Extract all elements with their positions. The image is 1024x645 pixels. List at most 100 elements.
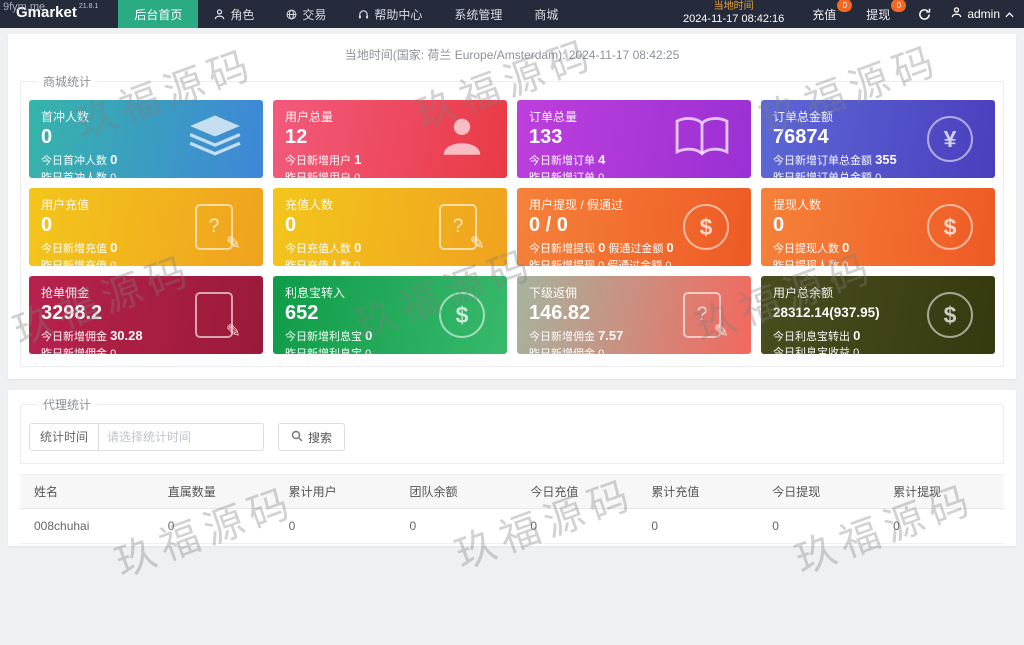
nav-item-help-center[interactable]: 帮助中心 [342, 0, 438, 28]
admin-dropdown[interactable]: admin [951, 7, 1014, 21]
agent-panel: 代理统计 统计时间 搜索 姓名 直属数量 累计用户 团队余额 今日充值 累计充值… [8, 390, 1016, 546]
card-yesterday-line: 昨日充值人数 0 [285, 258, 495, 267]
cell-total-users: 0 [279, 509, 400, 544]
col-team-balance: 团队余额 [400, 475, 521, 509]
agent-stats-legend: 代理统计 [37, 396, 97, 413]
cell-name: 008chuhai [20, 509, 158, 544]
search-icon [291, 430, 303, 445]
nav-item-trade[interactable]: 交易 [270, 0, 342, 28]
nav-item-system[interactable]: 系统管理 [438, 0, 518, 28]
stat-card-grab-commission: 抢单佣金 3298.2 今日新增佣金 30.28 昨日新增佣金 0 ✎ [29, 276, 263, 354]
stat-card-user-withdraw: 用户提现 / 假通过 0 / 0 今日新增提现 0 假通过金额 0 昨日新增提现… [517, 188, 751, 266]
col-name: 姓名 [20, 475, 158, 509]
card-yesterday-line: 昨日新增提现 0 假通过金额 0 [529, 258, 739, 267]
chevron-up-icon [1005, 7, 1014, 21]
stat-card-total-orders: 订单总量 133 今日新增订单 4 昨日新增订单 0 [517, 100, 751, 178]
headset-icon [358, 9, 369, 20]
recharge-label: 充值 [812, 8, 836, 22]
withdraw-chip[interactable]: 提现 0 [860, 6, 902, 23]
search-button-label: 搜索 [308, 429, 332, 446]
stat-card-first-charge-users: 首冲人数 0 今日首冲人数 0 昨日首冲人数 0 [29, 100, 263, 178]
doc-question-icon: ?✎ [439, 204, 477, 250]
cell-team-balance: 0 [400, 509, 521, 544]
stat-cards-grid: 首冲人数 0 今日首冲人数 0 昨日首冲人数 0 用户总量 12 今日新增用户 … [29, 100, 995, 354]
recharge-badge: 0 [837, 0, 852, 12]
pencil-icon: ✎ [226, 233, 241, 254]
card-yesterday-line: 昨日新增订单总金额 0 [773, 170, 983, 179]
cell-total-recharge: 0 [641, 509, 762, 544]
person-icon [951, 7, 962, 21]
stat-card-total-users: 用户总量 12 今日新增用户 1 昨日新增用户 0 [273, 100, 507, 178]
agent-stats-fieldset: 代理统计 统计时间 搜索 [20, 396, 1004, 464]
nav-item-label: 系统管理 [454, 6, 502, 23]
card-yesterday-line: 昨日新增佣金 0 [529, 346, 739, 355]
table-header-row: 姓名 直属数量 累计用户 团队余额 今日充值 累计充值 今日提现 累计提现 [20, 475, 1004, 509]
doc-question-icon: ?✎ [683, 292, 721, 338]
user-icon [437, 112, 487, 167]
recharge-chip[interactable]: 充值 0 [806, 6, 848, 23]
nav-item-label: 帮助中心 [374, 6, 422, 23]
stats-panel: 当地时间(国家: 荷兰 Europe/Amsterdam): 2024-11-1… [8, 34, 1016, 379]
dollar-circle-icon: $ [927, 292, 973, 338]
search-button[interactable]: 搜索 [278, 423, 345, 451]
navbar-right: 当地时间 2024-11-17 08:42:16 充值 0 提现 0 admin [683, 0, 1024, 28]
col-total-recharge: 累计充值 [641, 475, 762, 509]
book-icon [673, 114, 731, 165]
doc-question-icon: ?✎ [195, 204, 233, 250]
card-yesterday-line: 昨日首冲人数 0 [41, 170, 251, 179]
card-yesterday-line: 昨日新增利息宝 0 [285, 346, 495, 355]
local-time-block: 当地时间 2024-11-17 08:42:16 [683, 1, 784, 26]
cell-direct-count: 0 [158, 509, 279, 544]
top-navbar: Gmarket 21.8.1 后台首页 角色 交易 帮助中心 系统管理 商城 当… [0, 0, 1024, 28]
agent-filter-row: 统计时间 搜索 [29, 423, 995, 451]
col-total-users: 累计用户 [279, 475, 400, 509]
card-yesterday-line: 昨日新增充值 0 [41, 258, 251, 267]
mall-stats-legend: 商城统计 [37, 73, 97, 90]
withdraw-label: 提现 [866, 8, 890, 22]
nav-item-roles[interactable]: 角色 [198, 0, 270, 28]
card-yesterday-line: 昨日提现人数 0 [773, 258, 983, 267]
admin-username: admin [967, 7, 1000, 21]
stat-card-user-recharge: 用户充值 0 今日新增充值 0 昨日新增充值 0 ?✎ [29, 188, 263, 266]
local-time-label: 当地时间 [683, 1, 784, 13]
person-icon [214, 9, 225, 20]
nav-item-dashboard[interactable]: 后台首页 [118, 0, 198, 28]
agent-table: 姓名 直属数量 累计用户 团队余额 今日充值 累计充值 今日提现 累计提现 00… [20, 474, 1004, 544]
dollar-circle-icon: $ [439, 292, 485, 338]
globe-icon [286, 9, 297, 20]
col-direct-count: 直属数量 [158, 475, 279, 509]
stat-card-interest-in: 利息宝转入 652 今日新增利息宝 0 昨日新增利息宝 0 $ [273, 276, 507, 354]
stat-card-order-amount: 订单总金额 76874 今日新增订单总金额 355 昨日新增订单总金额 0 ¥ [761, 100, 995, 178]
stat-card-sub-rebate: 下级返佣 146.82 今日新增佣金 7.57 昨日新增佣金 0 ?✎ [517, 276, 751, 354]
app-version: 21.8.1 [79, 3, 98, 11]
yen-circle-icon: ¥ [927, 116, 973, 162]
country-time-text: 当地时间(国家: 荷兰 Europe/Amsterdam): 2024-11-1… [14, 38, 1010, 73]
stat-card-withdraw-users: 提现人数 0 今日提现人数 0 昨日提现人数 0 $ [761, 188, 995, 266]
main-menu: 后台首页 角色 交易 帮助中心 系统管理 商城 [118, 0, 574, 28]
local-time-value: 2024-11-17 08:42:16 [683, 13, 784, 26]
layers-icon [187, 115, 243, 164]
stat-time-input[interactable] [98, 423, 264, 451]
col-total-withdraw: 累计提现 [883, 475, 1004, 509]
card-yesterday-line: 昨日新增佣金 0 [41, 346, 251, 355]
card-yesterday-line: 昨日新增用户 0 [285, 170, 495, 179]
pencil-icon: ✎ [226, 321, 241, 342]
refresh-icon[interactable] [918, 8, 931, 21]
nav-item-label: 交易 [302, 6, 326, 23]
nav-item-label: 商城 [534, 6, 558, 23]
stat-time-label: 统计时间 [29, 423, 98, 451]
card-yesterday-line: 昨日新增订单 0 [529, 170, 739, 179]
stat-card-user-balance: 用户总余额 28312.14(937.95) 今日利息宝转出 0 今日利息宝收益… [761, 276, 995, 354]
withdraw-badge: 0 [891, 0, 906, 12]
nav-item-mall[interactable]: 商城 [518, 0, 574, 28]
app-logo: Gmarket 21.8.1 [0, 0, 118, 28]
cell-today-withdraw: 0 [762, 509, 883, 544]
stat-card-recharge-users: 充值人数 0 今日充值人数 0 昨日充值人数 0 ?✎ [273, 188, 507, 266]
doc-pencil-icon: ✎ [195, 292, 233, 338]
pencil-icon: ✎ [470, 233, 485, 254]
cell-total-withdraw: 0 [883, 509, 1004, 544]
pencil-icon: ✎ [714, 321, 729, 342]
dollar-circle-icon: $ [927, 204, 973, 250]
mall-stats-fieldset: 商城统计 首冲人数 0 今日首冲人数 0 昨日首冲人数 0 用户总量 12 今日… [20, 73, 1004, 367]
col-today-withdraw: 今日提现 [762, 475, 883, 509]
